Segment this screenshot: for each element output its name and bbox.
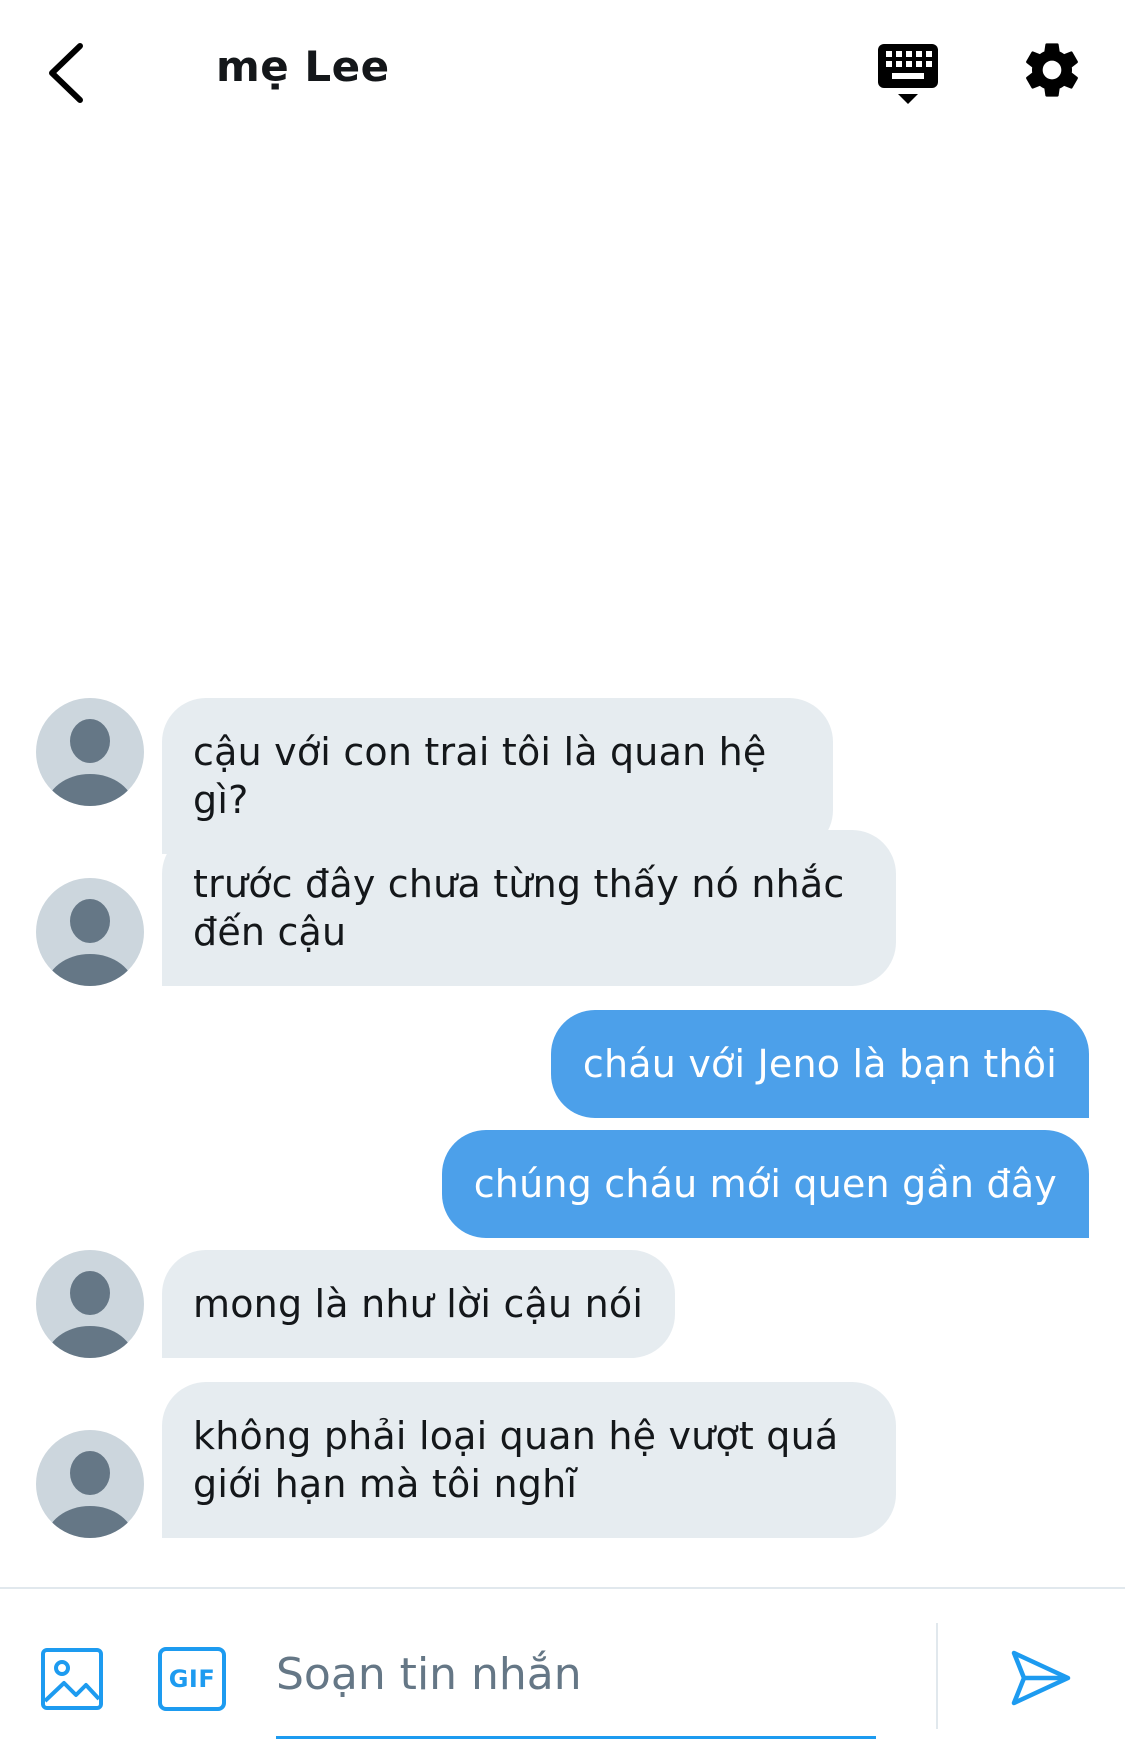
composer-divider: [936, 1623, 938, 1729]
message-composer: GIF: [0, 1587, 1125, 1758]
send-button[interactable]: [1008, 1645, 1074, 1711]
avatar[interactable]: [36, 1250, 144, 1358]
add-media-button[interactable]: [40, 1647, 104, 1711]
outgoing-message: cháu với Jeno là bạn thôi: [550, 1010, 1089, 1118]
message-input[interactable]: [276, 1639, 876, 1709]
send-icon: [1011, 1650, 1071, 1706]
avatar[interactable]: [36, 878, 144, 986]
default-avatar-icon: [46, 719, 134, 806]
avatar[interactable]: [36, 698, 144, 806]
incoming-message: trước đây chưa từng thấy nó nhắc đến cậu: [162, 830, 896, 986]
message-list: cậu với con trai tôi là quan hệ gì? trướ…: [0, 0, 1125, 1585]
incoming-message: mong là như lời cậu nói: [162, 1250, 676, 1358]
default-avatar-icon: [46, 1271, 134, 1358]
avatar[interactable]: [36, 1430, 144, 1538]
dm-conversation-screen: mẹ Lee cậu với con trai tôi là quan hệ g…: [0, 0, 1125, 1758]
message-input-wrapper: [276, 1619, 876, 1739]
default-avatar-icon: [46, 1451, 134, 1538]
default-avatar-icon: [46, 899, 134, 986]
add-gif-button[interactable]: GIF: [158, 1647, 226, 1711]
incoming-message: không phải loại quan hệ vượt quá giới hạ…: [162, 1382, 896, 1538]
image-icon: [41, 1648, 103, 1710]
outgoing-message: chúng cháu mới quen gần đây: [441, 1130, 1089, 1238]
